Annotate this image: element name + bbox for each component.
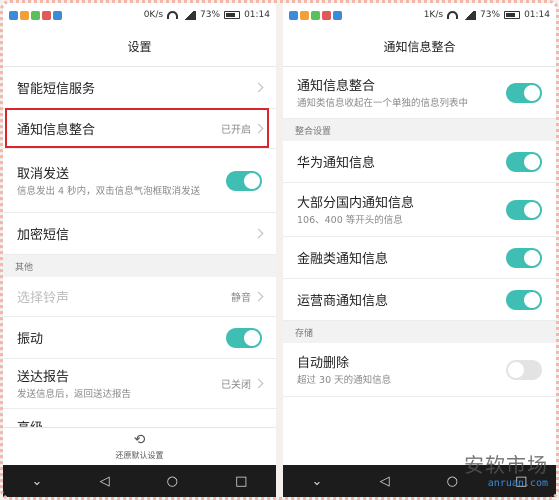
finance-notifications-toggle[interactable]	[506, 247, 542, 268]
left-screen: 0K/s 73% 01:14 设置 智能短信服务 通知信息整合 已开启 取消发送…	[3, 3, 276, 497]
notification-icons	[9, 10, 62, 20]
row-domestic-notifications[interactable]: 大部分国内通知信息 106、400 等开头的信息	[283, 183, 556, 237]
network-speed: 1K/s	[423, 10, 444, 20]
navigation-bar: ⌄ ◁ ○ □	[3, 465, 276, 497]
row-label: 选择铃声	[17, 291, 70, 306]
row-description: 106、400 等开头的信息	[297, 215, 403, 226]
nav-down-icon[interactable]: ⌄	[312, 474, 323, 489]
section-header-settings: 整合设置	[283, 119, 556, 141]
row-label: 通知信息整合	[17, 123, 96, 138]
watermark-url: anruan.com	[487, 478, 548, 489]
row-encrypted-sms[interactable]: 加密短信	[3, 213, 276, 255]
row-label: 智能短信服务	[17, 82, 96, 97]
row-vibrate[interactable]: 振动	[3, 317, 276, 359]
app-icon	[42, 10, 51, 20]
app-icon	[333, 10, 342, 20]
page-title: 通知信息整合	[283, 27, 556, 67]
app-icon	[322, 10, 331, 20]
nav-recents-icon[interactable]: □	[235, 474, 247, 489]
row-value: 已关闭	[221, 380, 251, 391]
row-notification-merge[interactable]: 通知信息整合 已开启	[3, 109, 276, 149]
row-label: 自动删除	[297, 356, 350, 371]
notification-icons	[289, 10, 342, 20]
app-icon	[300, 10, 309, 20]
restore-defaults-button[interactable]: ⟲ 还原默认设置	[3, 427, 276, 465]
app-icon	[53, 10, 62, 20]
auto-delete-toggle[interactable]	[506, 359, 542, 380]
signal-icon	[462, 10, 477, 20]
row-cancel-send[interactable]: 取消发送 信息发出 4 秒内，双击信息气泡框取消发送	[3, 149, 276, 213]
row-auto-delete[interactable]: 自动删除 超过 30 天的通知信息	[283, 343, 556, 397]
domestic-notifications-toggle[interactable]	[506, 199, 542, 220]
status-bar: 1K/s 73% 01:14	[283, 3, 556, 27]
section-header-storage: 存储	[283, 321, 556, 343]
section-header-other: 其他	[3, 255, 276, 277]
chevron-right-icon	[253, 378, 264, 389]
chevron-right-icon	[253, 291, 264, 302]
row-ringtone: 选择铃声 静音	[3, 277, 276, 317]
row-smart-sms[interactable]: 智能短信服务	[3, 67, 276, 109]
cancel-send-toggle[interactable]	[226, 170, 262, 191]
app-icon	[31, 10, 40, 20]
app-icon	[311, 10, 320, 20]
row-label: 运营商通知信息	[297, 294, 389, 309]
row-label: 大部分国内通知信息	[297, 196, 415, 211]
status-bar: 0K/s 73% 01:14	[3, 3, 276, 27]
app-icon	[20, 10, 29, 20]
page-title: 设置	[3, 27, 276, 67]
wifi-icon	[167, 11, 179, 19]
watermark: 安软市场 anruan.com	[464, 449, 548, 489]
row-label: 金融类通知信息	[297, 252, 389, 267]
row-delivery-report[interactable]: 送达报告 发送信息后，返回送达报告 已关闭	[3, 359, 276, 409]
row-value: 已开启	[221, 125, 251, 136]
restore-icon: ⟲	[133, 432, 146, 448]
battery-icon	[504, 11, 521, 19]
row-value: 静音	[231, 293, 251, 304]
nav-back-icon[interactable]: ◁	[100, 474, 110, 489]
row-label: 通知信息整合	[297, 79, 376, 94]
wifi-icon	[447, 11, 459, 19]
network-speed: 0K/s	[143, 10, 164, 20]
row-notification-merge-main[interactable]: 通知信息整合 通知类信息收起在一个单独的信息列表中	[283, 67, 556, 119]
battery-percent: 73%	[200, 10, 221, 20]
row-label: 加密短信	[17, 228, 70, 243]
clock: 01:14	[524, 10, 550, 20]
battery-percent: 73%	[480, 10, 501, 20]
row-huawei-notifications[interactable]: 华为通知信息	[283, 141, 556, 183]
app-icon	[9, 10, 18, 20]
chevron-right-icon	[253, 82, 264, 93]
nav-home-icon[interactable]: ○	[167, 474, 178, 489]
row-carrier-notifications[interactable]: 运营商通知信息	[283, 279, 556, 321]
chevron-right-icon	[253, 123, 264, 134]
vibrate-toggle[interactable]	[226, 327, 262, 348]
nav-back-icon[interactable]: ◁	[380, 474, 390, 489]
restore-label: 还原默认设置	[115, 451, 164, 460]
signal-icon	[182, 10, 197, 20]
huawei-notifications-toggle[interactable]	[506, 151, 542, 172]
row-description: 信息发出 4 秒内，双击信息气泡框取消发送	[17, 186, 201, 197]
row-description: 通知类信息收起在一个单独的信息列表中	[297, 98, 469, 109]
nav-home-icon[interactable]: ○	[447, 474, 458, 489]
row-label: 取消发送	[17, 167, 70, 182]
carrier-notifications-toggle[interactable]	[506, 289, 542, 310]
chevron-right-icon	[253, 228, 264, 239]
nav-down-icon[interactable]: ⌄	[32, 474, 43, 489]
row-label: 送达报告	[17, 370, 70, 385]
row-description: 超过 30 天的通知信息	[297, 375, 392, 386]
row-finance-notifications[interactable]: 金融类通知信息	[283, 237, 556, 279]
right-screen: 1K/s 73% 01:14 通知信息整合 通知信息整合 通知类信息收起在一个单…	[283, 3, 556, 497]
row-label: 振动	[17, 332, 44, 347]
row-label: 华为通知信息	[297, 156, 376, 171]
app-icon	[289, 10, 298, 20]
battery-icon	[224, 11, 241, 19]
clock: 01:14	[244, 10, 270, 20]
row-description: 发送信息后，返回送达报告	[17, 389, 132, 400]
notification-merge-toggle[interactable]	[506, 82, 542, 103]
watermark-text: 安软市场	[464, 453, 548, 477]
